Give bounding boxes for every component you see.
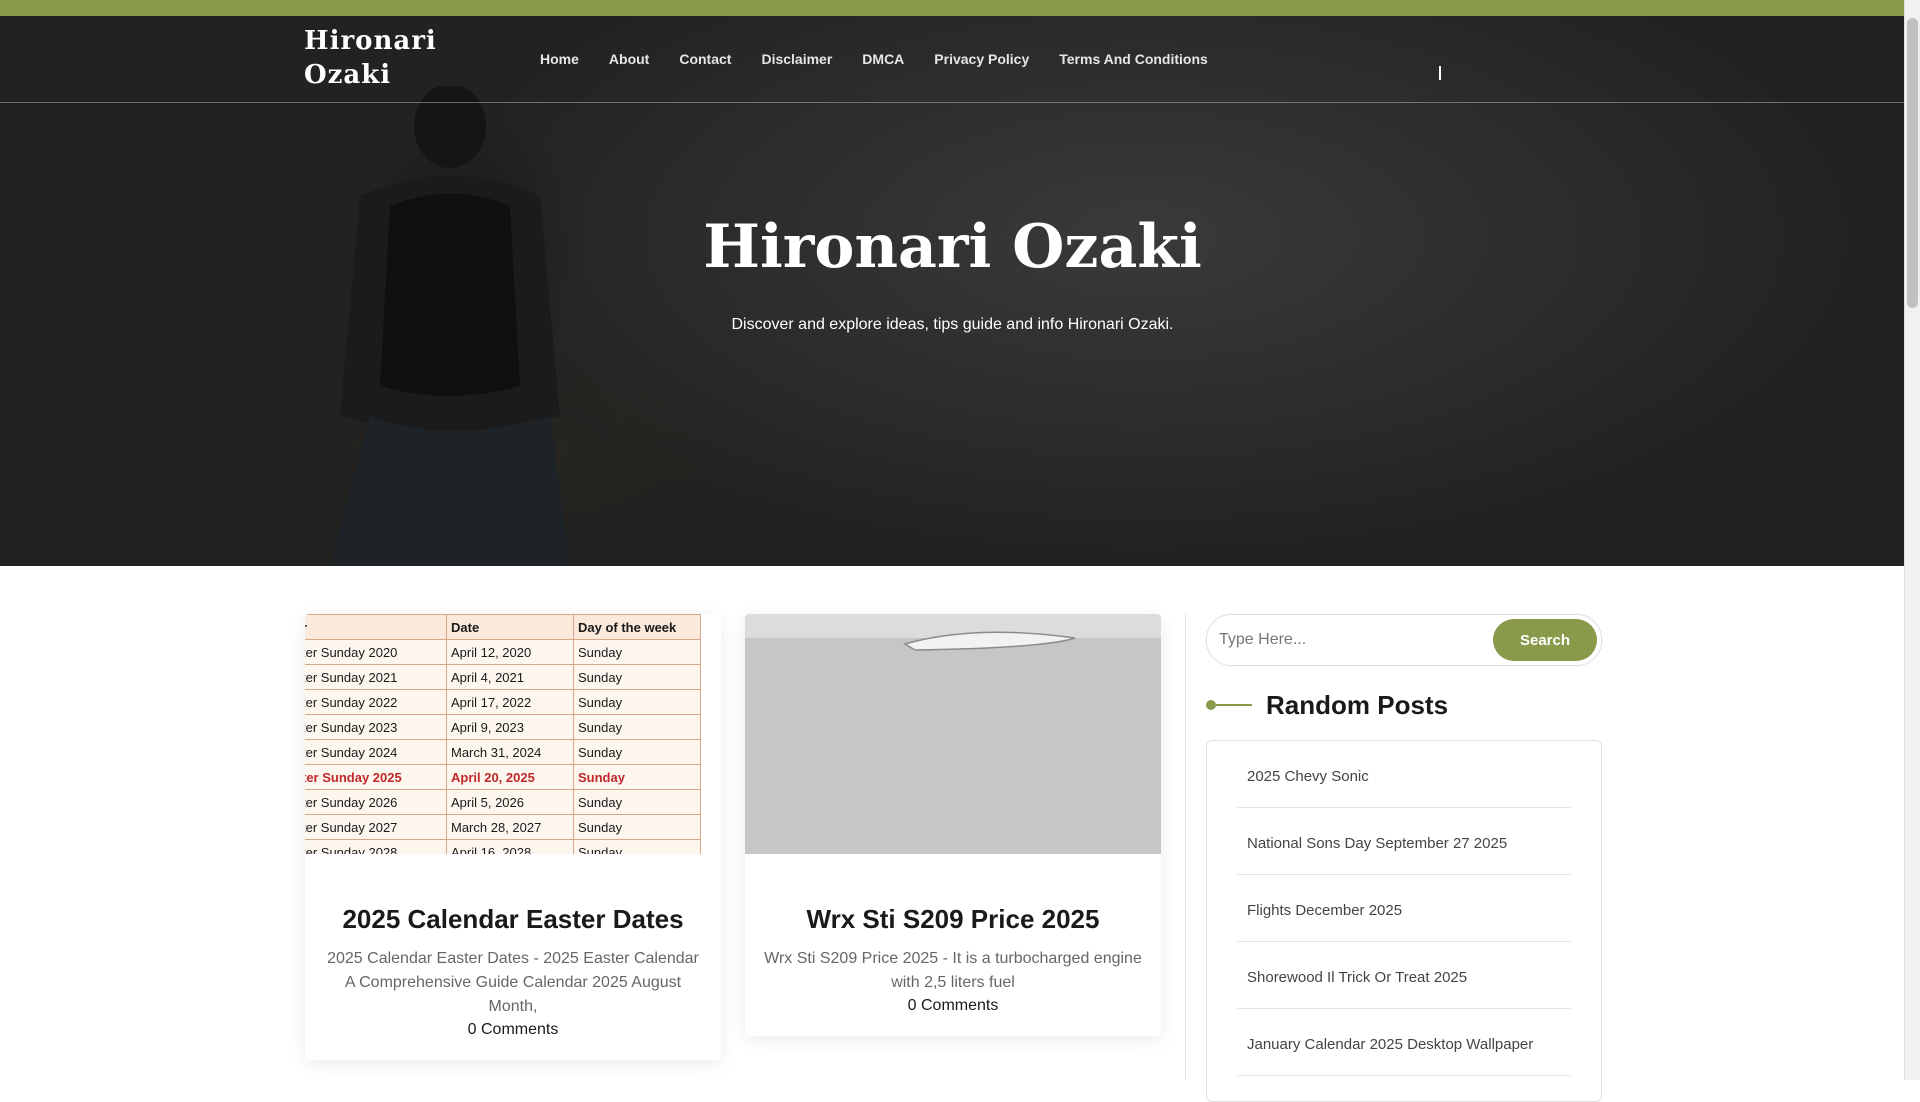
random-post-link[interactable]: National Sons Day September 27 2025 <box>1237 808 1571 875</box>
table-cell: April 20, 2025 <box>446 764 574 790</box>
nav-disclaimer[interactable]: Disclaimer <box>761 51 832 67</box>
search-button[interactable]: Search <box>1493 619 1597 661</box>
table-cell: Sunday <box>573 764 701 790</box>
main-nav: Home About Contact Disclaimer DMCA Priva… <box>540 16 1238 102</box>
table-cell: Sunday <box>573 639 701 665</box>
random-post-link[interactable]: 2025 Chevy Sonic <box>1237 741 1571 808</box>
table-cell: Sunday <box>573 814 701 840</box>
nav-search-toggle-icon[interactable] <box>1439 66 1441 80</box>
random-posts-widget: 2025 Chevy Sonic National Sons Day Septe… <box>1206 740 1602 1102</box>
random-post-link[interactable]: Shorewood Il Trick Or Treat 2025 <box>1237 942 1571 1009</box>
post-thumbnail[interactable] <box>745 614 1161 854</box>
table-cell: ter Sunday 2023 <box>305 714 447 740</box>
table-cell: April 5, 2026 <box>446 789 574 815</box>
table-cell: ter Sunday 2028 <box>305 839 447 854</box>
post-title[interactable]: 2025 Calendar Easter Dates <box>305 904 721 935</box>
random-posts-list: 2025 Chevy Sonic National Sons Day Septe… <box>1237 741 1571 1076</box>
table-cell: April 4, 2021 <box>446 664 574 690</box>
nav-dmca[interactable]: DMCA <box>862 51 904 67</box>
table-row: ter Sunday 2021 April 4, 2021 Sunday <box>305 664 701 690</box>
heading-line-decoration <box>1216 704 1252 706</box>
post-comments-count[interactable]: 0 Comments <box>305 1021 721 1039</box>
table-cell: ter Sunday 2022 <box>305 689 447 715</box>
table-cell: ter Sunday 2020 <box>305 639 447 665</box>
table-row: ter Sunday 2023 April 9, 2023 Sunday <box>305 714 701 740</box>
table-cell: ter Sunday 2024 <box>305 739 447 765</box>
site-logo[interactable]: Hironari Ozaki <box>304 24 454 92</box>
table-cell: Sunday <box>573 714 701 740</box>
hero-title: Hironari Ozaki <box>703 212 1202 282</box>
random-post-link[interactable]: Flights December 2025 <box>1237 875 1571 942</box>
table-cell: Sunday <box>573 789 701 815</box>
post-card[interactable]: Wrx Sti S209 Price 2025 Wrx Sti S209 Pri… <box>745 614 1161 1036</box>
nav-about[interactable]: About <box>609 51 649 67</box>
search-input[interactable] <box>1217 623 1481 657</box>
post-card[interactable]: r Date Day of the week ter Sunday 2020Ap… <box>305 614 721 1060</box>
table-cell: ter Sunday 2025 <box>305 764 447 790</box>
table-cell: Sunday <box>573 839 701 854</box>
table-cell: April 9, 2023 <box>446 714 574 740</box>
nav-home[interactable]: Home <box>540 51 579 67</box>
table-cell: ter Sunday 2026 <box>305 789 447 815</box>
hero-subtitle: Discover and explore ideas, tips guide a… <box>731 316 1174 333</box>
site-header: Hironari Ozaki Home About Contact Discla… <box>0 16 1905 103</box>
table-row: ter Sunday 2022 April 17, 2022 Sunday <box>305 689 701 715</box>
table-cell: April 17, 2022 <box>446 689 574 715</box>
table-row: ter Sunday 2020 April 12, 2020 Sunday <box>305 639 701 665</box>
nav-terms[interactable]: Terms And Conditions <box>1059 51 1208 67</box>
table-cell: Sunday <box>573 664 701 690</box>
random-posts-title: Random Posts <box>1266 689 1449 720</box>
table-header-cell: Date <box>446 614 574 640</box>
post-thumbnail[interactable]: r Date Day of the week ter Sunday 2020Ap… <box>305 614 721 854</box>
heading-dot-icon <box>1206 700 1216 710</box>
table-cell: ter Sunday 2027 <box>305 814 447 840</box>
table-header-cell: Day of the week <box>573 614 701 640</box>
table-cell: Sunday <box>573 739 701 765</box>
post-excerpt: Wrx Sti S209 Price 2025 - It is a turboc… <box>764 950 1142 991</box>
table-header-cell: r <box>305 614 447 640</box>
nav-privacy-policy[interactable]: Privacy Policy <box>934 51 1029 67</box>
table-cell: March 31, 2024 <box>446 739 574 765</box>
post-title[interactable]: Wrx Sti S209 Price 2025 <box>745 904 1161 935</box>
easter-dates-table: r Date Day of the week ter Sunday 2020Ap… <box>305 614 701 854</box>
page-scrollbar[interactable] <box>1904 0 1920 1080</box>
table-row: ter Sunday 2027 March 28, 2027 Sunday <box>305 814 701 840</box>
car-roof-image <box>903 631 1076 651</box>
scrollbar-thumb[interactable] <box>1907 18 1918 308</box>
nav-contact[interactable]: Contact <box>679 51 731 67</box>
post-comments-count[interactable]: 0 Comments <box>745 997 1161 1015</box>
table-cell: April 16, 2028 <box>446 839 574 854</box>
sidebar-divider <box>1185 614 1186 1080</box>
search-form: Search <box>1206 614 1602 666</box>
table-row: ter Sunday 2028 April 16, 2028 Sunday <box>305 839 701 854</box>
table-row-highlighted: ter Sunday 2025 April 20, 2025 Sunday <box>305 764 701 790</box>
random-post-link[interactable]: January Calendar 2025 Desktop Wallpaper <box>1237 1009 1571 1076</box>
table-row: ter Sunday 2024 March 31, 2024 Sunday <box>305 739 701 765</box>
table-cell: April 12, 2020 <box>446 639 574 665</box>
random-posts-heading: Random Posts <box>1206 688 1448 722</box>
table-cell: Sunday <box>573 689 701 715</box>
post-excerpt: 2025 Calendar Easter Dates - 2025 Easter… <box>327 950 699 1015</box>
top-accent-bar <box>0 0 1905 16</box>
table-cell: ter Sunday 2021 <box>305 664 447 690</box>
table-row: ter Sunday 2026 April 5, 2026 Sunday <box>305 789 701 815</box>
table-cell: March 28, 2027 <box>446 814 574 840</box>
